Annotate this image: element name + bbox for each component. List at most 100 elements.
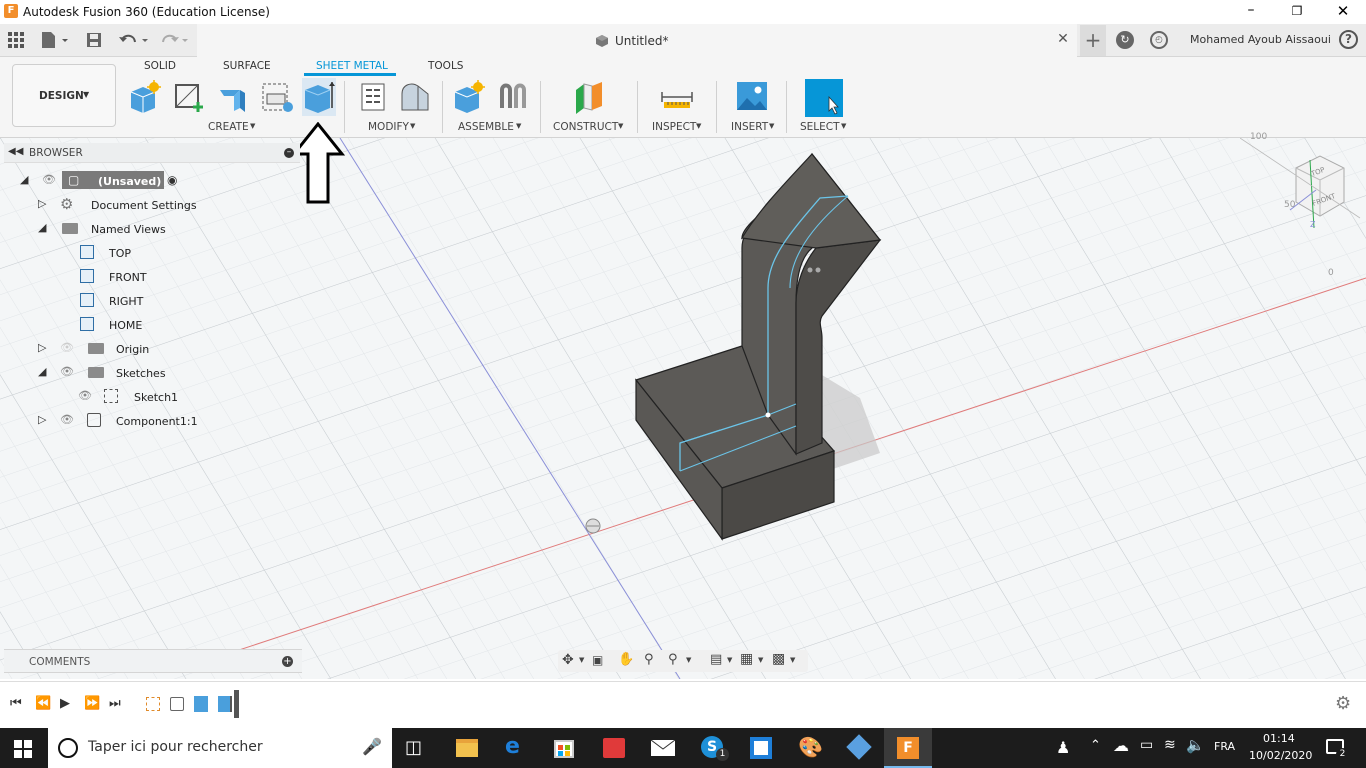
orbit-icon[interactable]: ✥ [562,652,574,668]
gift-app-icon[interactable] [603,738,625,758]
play-icon[interactable]: ▶ [60,696,70,711]
insert-image-icon[interactable] [736,80,768,112]
select-icon[interactable] [805,79,843,117]
app-square-icon[interactable] [750,737,772,759]
modify-menu[interactable]: MODIFY [368,121,409,133]
activate-radio-icon[interactable]: ◉ [167,173,177,187]
tab-tools[interactable]: TOOLS [428,60,463,72]
zoom-icon[interactable]: ⚲ [644,652,654,667]
grid-settings-icon[interactable]: ▦ [740,651,753,667]
minimize-button[interactable]: – [1236,0,1266,24]
comments-panel[interactable]: COMMENTS + [4,649,302,673]
expand-triangle-icon[interactable]: ◢ [38,221,46,234]
visibility-eye-icon[interactable]: 👁 [60,413,74,426]
language-indicator[interactable]: FRA [1214,740,1235,753]
construct-menu[interactable]: CONSTRUCT [553,121,618,133]
offset-plane-icon[interactable] [570,80,606,114]
create-sketch-icon[interactable] [172,80,208,114]
create-flange-icon[interactable] [216,80,250,114]
windows-start-icon[interactable] [14,740,32,758]
restore-button[interactable]: ❐ [1282,0,1312,24]
insert-menu[interactable]: INSERT [731,121,768,133]
timeline-sheetmetal-icon[interactable] [194,696,208,712]
fusion-taskbar-icon[interactable]: F [884,728,932,768]
job-status-icon[interactable]: ◴ [1150,31,1168,49]
browser-item-view-home[interactable]: HOME [4,315,300,335]
file-explorer-icon[interactable] [456,739,478,757]
browser-item-component1[interactable]: ▷ 👁 Component1:1 [4,411,300,431]
tab-sheet-metal[interactable]: SHEET METAL [316,60,388,72]
assemble-menu[interactable]: ASSEMBLE [458,121,514,133]
joint-icon[interactable] [496,80,530,114]
timeline-feature-icon[interactable] [170,697,184,711]
wifi-icon[interactable]: ≋ [1164,737,1176,753]
inspect-menu[interactable]: INSPECT [652,121,696,133]
step-forward-icon[interactable]: ⏩ [84,696,100,711]
browser-item-named-views[interactable]: ◢ Named Views [4,219,300,239]
go-to-end-icon[interactable]: ⏭ [109,696,121,711]
browser-item-sketch1[interactable]: 👁 Sketch1 [4,387,300,407]
save-icon[interactable] [86,32,102,48]
create-base-flange-icon[interactable] [259,80,295,114]
edge-icon[interactable]: e [505,734,520,759]
expand-triangle-icon[interactable]: ▷ [38,413,46,426]
redo-icon[interactable] [160,31,194,49]
hidden-eye-icon[interactable]: 👁 [60,341,74,354]
timeline-marker[interactable] [234,690,239,718]
browser-root[interactable]: ◢ 👁 ▢ (Unsaved) ◉ [4,171,300,191]
collapse-panel-icon[interactable]: ◀◀ [8,146,23,157]
mail-icon[interactable] [650,739,676,756]
expand-triangle-icon[interactable]: ▷ [38,341,46,354]
microphone-icon[interactable]: 🎤 [362,737,382,756]
add-comment-icon[interactable]: + [282,656,293,667]
view-cube[interactable]: TOP FRONT Z 50 100 0 [1239,132,1366,278]
taskbar-search-box[interactable]: Taper ici pour rechercher 🎤 [48,728,392,768]
browser-item-document-settings[interactable]: ▷ ⚙ Document Settings [4,195,300,215]
pan-icon[interactable]: ✋ [618,652,634,667]
sheet-metal-rules-icon[interactable] [356,80,390,114]
measure-icon[interactable] [660,80,694,114]
timeline-convert-icon[interactable] [218,696,232,712]
clock-time[interactable]: 01:14 [1263,732,1295,745]
browser-item-view-front[interactable]: FRONT [4,267,300,287]
onedrive-icon[interactable]: ☁ [1113,736,1129,755]
workspace-switcher[interactable]: DESIGN ▼ [12,64,116,127]
user-name[interactable]: Mohamed Ayoub Aissaoui [1190,33,1331,46]
expand-triangle-icon[interactable]: ◢ [20,173,28,186]
browser-item-origin[interactable]: ▷ 👁 Origin [4,339,300,359]
task-view-icon[interactable]: ◫ [405,737,422,758]
timeline-sketch-icon[interactable] [146,697,160,711]
fit-icon[interactable]: ⚲ [668,652,678,667]
browser-item-sketches[interactable]: ◢ 👁 Sketches [4,363,300,383]
people-icon[interactable]: ♟ [1056,738,1070,757]
help-icon[interactable]: ? [1339,30,1358,49]
clock-date[interactable]: 10/02/2020 [1249,749,1312,762]
app-diamond-icon[interactable] [846,734,872,760]
settings-gear-icon[interactable]: ⚙ [1335,693,1351,714]
new-component-icon[interactable] [128,80,162,114]
select-menu[interactable]: SELECT [800,121,840,133]
show-hidden-icons-icon[interactable]: ⌃ [1090,738,1101,753]
convert-to-sheet-metal-icon[interactable] [302,78,336,116]
data-panel-grid-icon[interactable] [8,32,24,48]
visibility-eye-icon[interactable]: 👁 [42,173,56,186]
step-back-icon[interactable]: ⏪ [35,696,51,711]
volume-icon[interactable]: 🔈 [1186,736,1205,754]
display-settings-icon[interactable]: ▤ [710,652,722,667]
look-at-icon[interactable]: ▣ [592,653,603,667]
viewports-icon[interactable]: ▩ [772,651,785,667]
extensions-icon[interactable]: ↻ [1116,31,1134,49]
go-to-start-icon[interactable]: ⏮ [10,696,22,711]
press-pull-icon[interactable] [398,80,432,114]
paint-icon[interactable]: 🎨 [798,735,823,759]
undo-icon[interactable] [118,31,152,49]
tab-surface[interactable]: SURFACE [223,60,271,72]
battery-icon[interactable]: ▭ [1140,737,1153,753]
new-tab-button[interactable]: + [1080,25,1106,56]
tab-solid[interactable]: SOLID [144,60,176,72]
browser-item-view-right[interactable]: RIGHT [4,291,300,311]
new-component-assemble-icon[interactable] [452,80,486,114]
close-tab-icon[interactable]: ✕ [1055,31,1071,47]
create-menu[interactable]: CREATE [208,121,249,133]
expand-triangle-icon[interactable]: ◢ [38,365,46,378]
